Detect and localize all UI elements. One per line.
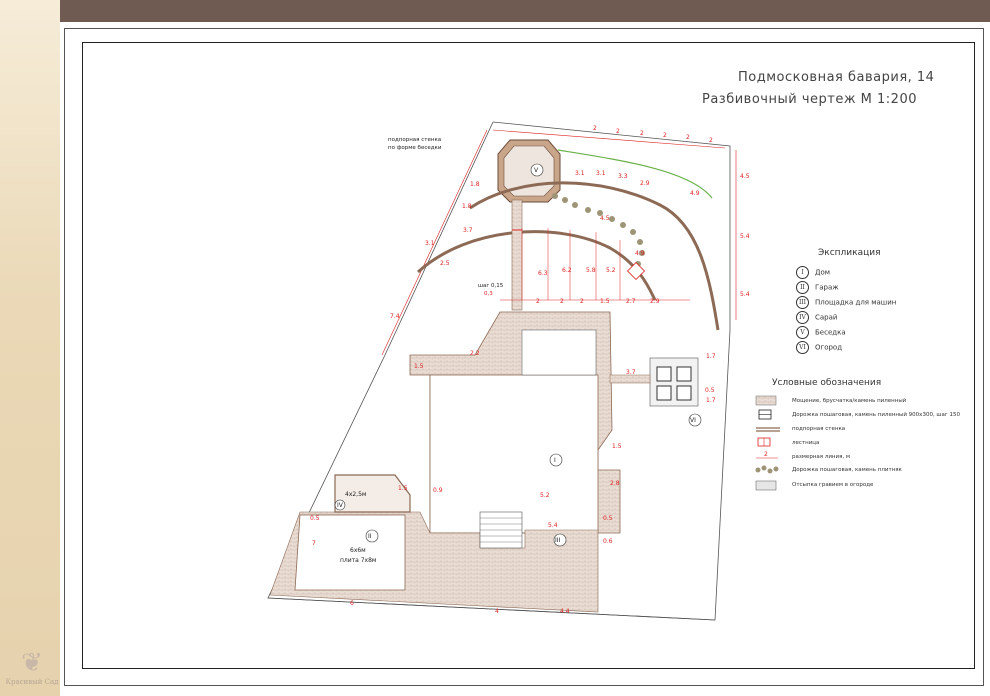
parking-label: III (555, 537, 561, 544)
legend-swatch-wall (756, 427, 780, 432)
shed-size-label: 4х2,5м (345, 491, 366, 498)
svg-text:0.6: 0.6 (603, 538, 613, 545)
legend-swatch-dimension: 2 (756, 451, 778, 459)
svg-text:2.5: 2.5 (440, 260, 450, 267)
svg-text:1.7: 1.7 (706, 397, 716, 404)
shed-label: IV (337, 502, 344, 509)
legend-item-gravel: Отсыпка гравием в огороде (792, 482, 874, 488)
svg-text:2: 2 (580, 298, 584, 305)
svg-text:2.7: 2.7 (626, 298, 636, 305)
svg-text:2: 2 (616, 128, 620, 135)
svg-text:1.8: 1.8 (462, 203, 472, 210)
svg-text:4.5: 4.5 (740, 173, 750, 180)
svg-text:3.3: 3.3 (618, 173, 628, 180)
svg-text:5.4: 5.4 (548, 522, 558, 529)
svg-text:6.3: 6.3 (538, 270, 548, 277)
legend-item-paving: Мощение, брусчатка/камень пиленный (792, 398, 907, 404)
svg-text:5.2: 5.2 (606, 267, 616, 274)
svg-text:2: 2 (764, 451, 768, 458)
svg-text:3.1: 3.1 (425, 240, 435, 247)
legend-swatch-gravel (755, 480, 777, 491)
legend-item-dimension: размерная линия, м (792, 454, 851, 460)
svg-text:4: 4 (495, 608, 499, 615)
svg-text:2.9: 2.9 (640, 180, 650, 187)
svg-text:0.5: 0.5 (310, 515, 320, 522)
staircase (511, 199, 523, 311)
house-footprint (429, 374, 599, 534)
svg-text:5.2: 5.2 (540, 492, 550, 499)
drawing-title: Подмосковная бавария, 14 (738, 70, 935, 85)
drawing-subtitle: Разбивочный чертеж М 1:200 (702, 92, 917, 107)
svg-text:1.7: 1.7 (706, 353, 716, 360)
svg-text:3.1: 3.1 (575, 170, 585, 177)
svg-text:3.7: 3.7 (463, 227, 473, 234)
svg-text:7: 7 (312, 540, 316, 547)
svg-text:2.8: 2.8 (610, 480, 620, 487)
svg-text:7.4: 7.4 (390, 313, 400, 320)
svg-text:2: 2 (536, 298, 540, 305)
explication-item-parking: III Площадка для машин (796, 296, 896, 309)
garden-path (609, 374, 651, 384)
svg-text:2: 2 (560, 298, 564, 305)
legend-item-stairs: лестница (792, 440, 820, 446)
svg-text:1.5: 1.5 (600, 298, 610, 305)
retaining-wall-note-2: по форме беседки (388, 145, 442, 151)
svg-text:4.9: 4.9 (635, 250, 645, 257)
garden-label: VI (690, 417, 696, 424)
house-marker (549, 453, 563, 467)
svg-text:2.9: 2.9 (650, 298, 660, 305)
svg-text:4.5: 4.5 (600, 215, 610, 222)
svg-text:4.4: 4.4 (560, 608, 570, 615)
retaining-wall-upper (469, 181, 720, 331)
legend-item-step-path: Дорожка пошаговая, камень пиленный 900х3… (792, 412, 960, 418)
svg-text:5.4: 5.4 (740, 233, 750, 240)
svg-text:2: 2 (663, 132, 667, 139)
svg-text:1.5: 1.5 (612, 443, 622, 450)
explication-title: Экспликация (818, 248, 881, 258)
svg-text:2: 2 (709, 137, 713, 144)
stepping-stones (552, 193, 645, 267)
retaining-wall-note-1: подпорная стенка (388, 137, 442, 143)
terrace-dim-lines (500, 228, 690, 301)
svg-text:3.7: 3.7 (626, 369, 636, 376)
svg-text:2: 2 (593, 125, 597, 132)
legend-swatch-paving (755, 395, 777, 406)
garage-slab-label: плита 7х8м (340, 557, 376, 564)
svg-text:2: 2 (686, 134, 690, 141)
explication-item-house: I Дом (796, 266, 830, 279)
svg-text:3.1: 3.1 (596, 170, 606, 177)
legend-swatch-flagstone (755, 465, 779, 474)
svg-text:1.5: 1.5 (414, 363, 424, 370)
legend-title: Условные обозначения (772, 378, 882, 388)
step-note-2: 0,3 (484, 291, 493, 297)
house-label: I (554, 457, 556, 464)
svg-text:1.8: 1.8 (470, 181, 480, 188)
house-porch (521, 329, 597, 376)
garage-label: II (368, 533, 372, 540)
svg-text:2: 2 (640, 130, 644, 137)
svg-text:4.9: 4.9 (690, 190, 700, 197)
svg-text:0.9: 0.9 (433, 487, 443, 494)
svg-text:5.4: 5.4 (740, 291, 750, 298)
garage-size-label: 6х6м (350, 547, 366, 554)
explication-item-garden: VI Огород (796, 341, 842, 354)
explication-item-garage: II Гараж (796, 281, 839, 294)
explication-item-shed: IV Сарай (796, 311, 837, 324)
step-note-1: шаг 0,15 (478, 283, 504, 289)
svg-text:0.5: 0.5 (705, 387, 715, 394)
svg-text:2.2: 2.2 (470, 350, 480, 357)
svg-text:6.2: 6.2 (562, 267, 572, 274)
svg-text:6: 6 (350, 600, 354, 607)
legend-item-retaining-wall: подпорная стенка (792, 426, 846, 432)
retaining-wall-lower (416, 230, 657, 301)
svg-text:0.5: 0.5 (603, 515, 613, 522)
svg-text:1.5: 1.5 (398, 485, 408, 492)
svg-text:5.8: 5.8 (586, 267, 596, 274)
legend-item-flagstone-path: Дорожка пошаговая, камень плитняк (792, 467, 902, 473)
explication-item-gazebo: V Беседка (796, 326, 846, 339)
